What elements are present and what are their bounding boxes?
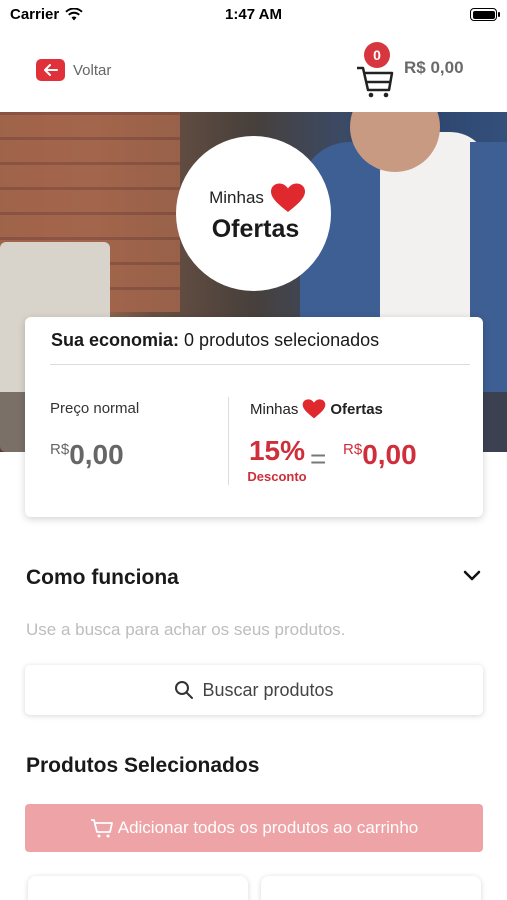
add-all-label: Adicionar todos os produtos ao carrinho <box>117 818 419 837</box>
cart-icon <box>90 819 113 838</box>
normal-price-label: Preço normal <box>50 400 140 417</box>
normal-price-currency: R$ <box>50 441 70 458</box>
brand-minhas: Minhas <box>209 188 264 207</box>
normal-price-amount: 0,00 <box>69 439 124 470</box>
status-bar: Carrier 1:47 AM <box>0 0 507 30</box>
brand-logo: Minhas Ofertas <box>176 136 331 291</box>
top-nav: Voltar 0 R$ 0,00 <box>0 30 507 112</box>
discount-percent: 15% <box>248 435 306 466</box>
offer-price-currency: R$ <box>343 441 363 458</box>
product-card[interactable] <box>28 876 248 900</box>
selected-products-title: Produtos Selecionados <box>26 754 260 777</box>
add-all-to-cart-button[interactable]: Adicionar todos os produtos ao carrinho <box>25 804 483 852</box>
offer-brand: Minhas Ofertas <box>250 399 383 419</box>
search-products-button[interactable]: Buscar produtos <box>25 665 483 715</box>
how-it-works-description: Use a busca para achar os seus produtos. <box>26 620 346 639</box>
chevron-down-icon[interactable] <box>461 564 483 586</box>
economy-card: Sua economia: 0 produtos selecionados Pr… <box>25 317 483 517</box>
offer-brand-minhas: Minhas <box>250 400 299 418</box>
offer-brand-ofertas: Ofertas <box>330 400 383 418</box>
brand-ofertas: Ofertas <box>211 215 300 243</box>
normal-price: R$0,00 <box>50 439 124 471</box>
heart-icon <box>303 399 326 419</box>
offer-price-amount: 0,00 <box>362 439 417 470</box>
back-arrow-icon <box>36 59 65 81</box>
economy-summary: 0 produtos selecionados <box>184 330 380 350</box>
cart-count-badge: 0 <box>364 42 390 68</box>
divider <box>50 364 470 365</box>
back-label: Voltar <box>73 61 112 79</box>
economy-label: Sua economia: <box>51 330 180 350</box>
heart-icon <box>270 183 305 212</box>
product-card[interactable] <box>261 876 481 900</box>
vertical-divider <box>228 397 229 485</box>
battery-icon <box>470 8 500 21</box>
discount-label: Desconto <box>247 469 307 484</box>
equals-sign: = <box>310 443 327 474</box>
cart-button[interactable]: 0 <box>355 42 395 98</box>
search-label: Buscar produtos <box>202 679 334 700</box>
search-icon <box>175 681 194 699</box>
how-it-works-title: Como funciona <box>26 566 179 589</box>
clock: 1:47 AM <box>225 6 282 23</box>
cart-total: R$ 0,00 <box>404 58 464 77</box>
economy-header: Sua economia: 0 produtos selecionados <box>51 330 379 351</box>
back-button[interactable]: Voltar <box>36 59 111 81</box>
offer-price: R$0,00 <box>343 439 417 471</box>
